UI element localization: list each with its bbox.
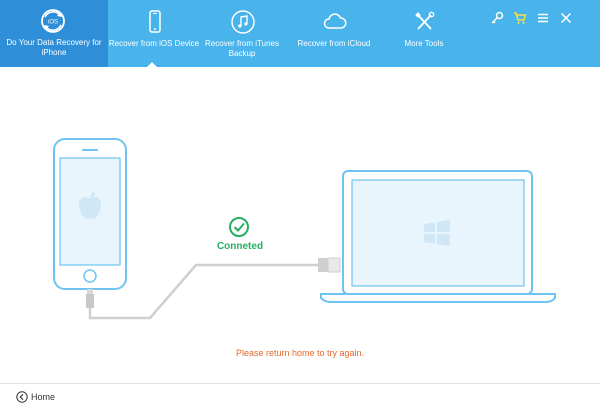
app-title: Do Your Data Recovery for iPhone [6, 38, 102, 57]
tab-recover-from-itunes-backup[interactable]: Recover from iTunes Backup [196, 0, 288, 67]
app-brand: iOS Do Your Data Recovery for iPhone [0, 0, 108, 67]
connected-check-icon [229, 217, 249, 237]
cart-icon[interactable] [513, 11, 527, 25]
tab-more-tools[interactable]: More Tools [378, 0, 470, 67]
close-icon[interactable] [559, 11, 573, 25]
top-toolbar: iOS Do Your Data Recovery for iPhone Rec… [0, 0, 600, 67]
home-label: Home [31, 392, 56, 402]
home-button[interactable]: Home [16, 389, 55, 405]
app-logo-icon: iOS [41, 9, 65, 33]
menu-icon[interactable] [536, 11, 550, 25]
tab-recover-from-icloud[interactable]: Recover from iCloud [288, 0, 380, 67]
laptop-illustration [320, 170, 556, 303]
tab-label: More Tools [404, 39, 444, 48]
key-icon[interactable] [490, 11, 504, 25]
tab-recover-from-ios-device[interactable]: Recover from iOS Device [108, 0, 200, 67]
error-message: Please return home to try again. [235, 348, 365, 358]
tab-label: Recover from iTunes Backup [205, 39, 279, 58]
iphone-illustration [53, 138, 127, 290]
tab-label: Recover from iOS Device [108, 39, 200, 48]
tools-icon [415, 11, 435, 30]
music-note-icon [231, 10, 255, 34]
app-logo-badge: iOS [48, 20, 58, 26]
phone-icon [149, 10, 161, 33]
connection-illustration [53, 138, 556, 320]
footer-divider [0, 383, 600, 384]
cloud-icon [323, 13, 347, 29]
connection-status: Conneted [216, 241, 264, 252]
back-arrow-icon [16, 391, 28, 403]
tab-label: Recover from iCloud [297, 39, 371, 48]
